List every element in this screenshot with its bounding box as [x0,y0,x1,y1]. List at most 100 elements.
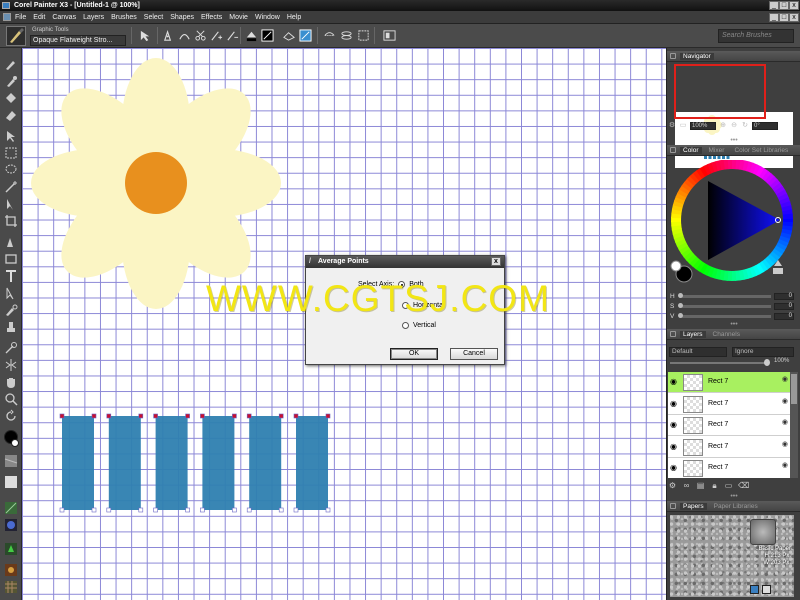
layer-visibility-icon[interactable]: ◉ [782,397,788,405]
rect-selection-icon[interactable] [3,145,19,161]
menu-movie[interactable]: Movie [229,11,248,24]
anchor-point-handle[interactable] [185,413,190,419]
dialog-close-button[interactable]: x [491,257,501,266]
brush-tool-icon[interactable] [3,56,19,72]
hue-slider[interactable] [678,292,771,298]
value-value-field[interactable]: 0 [774,312,794,320]
search-brushes-input[interactable]: Search Brushes [718,29,794,43]
menu-window[interactable]: Window [255,11,280,24]
delete-layer-icon[interactable]: ⌫ [738,481,749,490]
opacity-slider[interactable] [670,362,766,364]
mirror-painting-icon[interactable] [3,357,19,373]
navigator-view-frame[interactable] [674,64,766,119]
anchor-point-handle[interactable] [153,413,158,419]
menu-help[interactable]: Help [287,11,301,24]
dodge-tool-icon[interactable] [3,340,19,356]
tab-paper-libraries[interactable]: Paper Libraries [711,503,761,510]
menu-brushes[interactable]: Brushes [111,11,137,24]
secondary-color-swatch[interactable] [11,439,19,447]
stroke-color-icon[interactable] [260,28,275,43]
anchor-point-handle[interactable] [293,507,299,513]
blue-rectangle[interactable] [296,416,328,510]
minimize-button[interactable]: _ [769,1,779,10]
anchor-point-handle[interactable] [232,507,237,513]
zoom-level-field[interactable]: 100% [690,122,716,130]
toggle-panel-icon[interactable] [382,28,397,43]
anchor-point-handle[interactable] [138,413,144,419]
menu-edit[interactable]: Edit [33,11,45,24]
layer-row[interactable]: ◉ Rect 7 ◉ [668,458,790,478]
panel-close-icon[interactable] [670,147,676,153]
saturation-value-field[interactable]: 0 [774,302,794,310]
anchor-point-handle[interactable] [106,507,112,513]
color-wheel[interactable] [670,160,794,284]
layer-row[interactable]: ◉ Rect 7 ◉ [668,372,790,393]
layer-row[interactable]: ◉ Rect 7 ◉ [668,394,790,415]
menu-shapes[interactable]: Shapes [170,11,194,24]
anchor-point-handle[interactable] [153,507,158,513]
remove-point-icon[interactable] [225,28,240,43]
menu-select[interactable]: Select [144,11,163,24]
tab-papers[interactable]: Papers [680,502,707,510]
anchor-point-handle[interactable] [59,507,65,513]
shape-selection-icon[interactable] [138,28,153,43]
shape-selection-icon[interactable] [3,285,19,301]
scissors-icon[interactable] [193,28,208,43]
lasso-tool-icon[interactable] [3,162,19,178]
hue-value-field[interactable]: 0 [774,292,794,300]
tab-color-set-libraries[interactable]: Color Set Libraries [731,147,791,154]
anchor-point-handle[interactable] [59,413,65,419]
zoom-in-icon[interactable]: ⊕ [719,122,727,130]
paint-bucket-icon[interactable] [3,90,19,106]
composite-method-select[interactable]: Default [669,347,727,357]
look-selector-icon[interactable] [3,562,19,578]
tab-navigator[interactable]: Navigator [680,52,714,60]
ok-button[interactable]: OK [390,348,438,360]
doc-minimize-button[interactable]: _ [769,13,779,22]
anchor-point-handle[interactable] [91,507,97,513]
eye-icon[interactable]: ◉ [670,378,680,386]
pen-tool-icon[interactable] [161,28,176,43]
pen-tool-icon[interactable] [3,234,19,250]
blue-rectangle[interactable] [155,416,188,510]
paper-options-icon[interactable] [762,585,771,594]
rotate-page-icon[interactable] [3,408,19,424]
panel-close-icon[interactable] [670,53,676,59]
shape-stroke-icon[interactable] [298,28,313,43]
panel-close-icon[interactable] [670,331,676,337]
stack-layers-icon[interactable] [339,28,354,43]
layer-row[interactable]: ◉ Rect 7 ◉ [668,437,790,458]
anchor-point-handle[interactable] [106,413,112,419]
layer-visibility-icon[interactable]: ◉ [782,418,788,426]
blue-rectangle[interactable] [108,416,141,510]
anchor-point-handle[interactable] [278,413,284,419]
layer-adjuster-icon[interactable] [3,128,19,144]
radio-vertical[interactable] [402,322,409,329]
layer-options-icon[interactable]: ⚙ [668,481,677,490]
menu-file[interactable]: File [15,11,26,24]
nozzle-selector-icon[interactable] [3,541,19,557]
tab-mixer[interactable]: Mixer [706,147,728,154]
rotation-field[interactable]: 0° [752,122,778,130]
anchor-point-handle[interactable] [278,507,284,513]
anchor-point-handle[interactable] [246,507,252,513]
blue-rectangle[interactable] [62,416,94,510]
anchor-point-handle[interactable] [185,507,190,513]
link-layers-icon[interactable]: ∞ [682,481,691,490]
new-group-icon[interactable]: ▤ [696,481,705,490]
anchor-point-handle[interactable] [91,413,97,419]
eye-icon[interactable]: ◉ [670,442,680,451]
layer-visibility-icon[interactable]: ◉ [782,375,788,383]
weaves-selector-icon[interactable] [3,579,19,595]
opacity-slider-knob[interactable] [764,359,770,366]
cancel-button[interactable]: Cancel [450,348,498,360]
invert-paper-icon[interactable] [750,585,759,594]
tab-channels[interactable]: Channels [710,331,743,338]
doc-close-button[interactable]: x [789,13,799,22]
scrollbar-thumb[interactable] [791,374,797,404]
rotate-icon[interactable]: ↻ [741,122,749,130]
fill-color-icon[interactable] [244,28,259,43]
new-layer-icon[interactable]: ▭ [724,481,733,490]
maximize-button[interactable]: □ [779,1,789,10]
magnifier-icon[interactable] [3,391,19,407]
